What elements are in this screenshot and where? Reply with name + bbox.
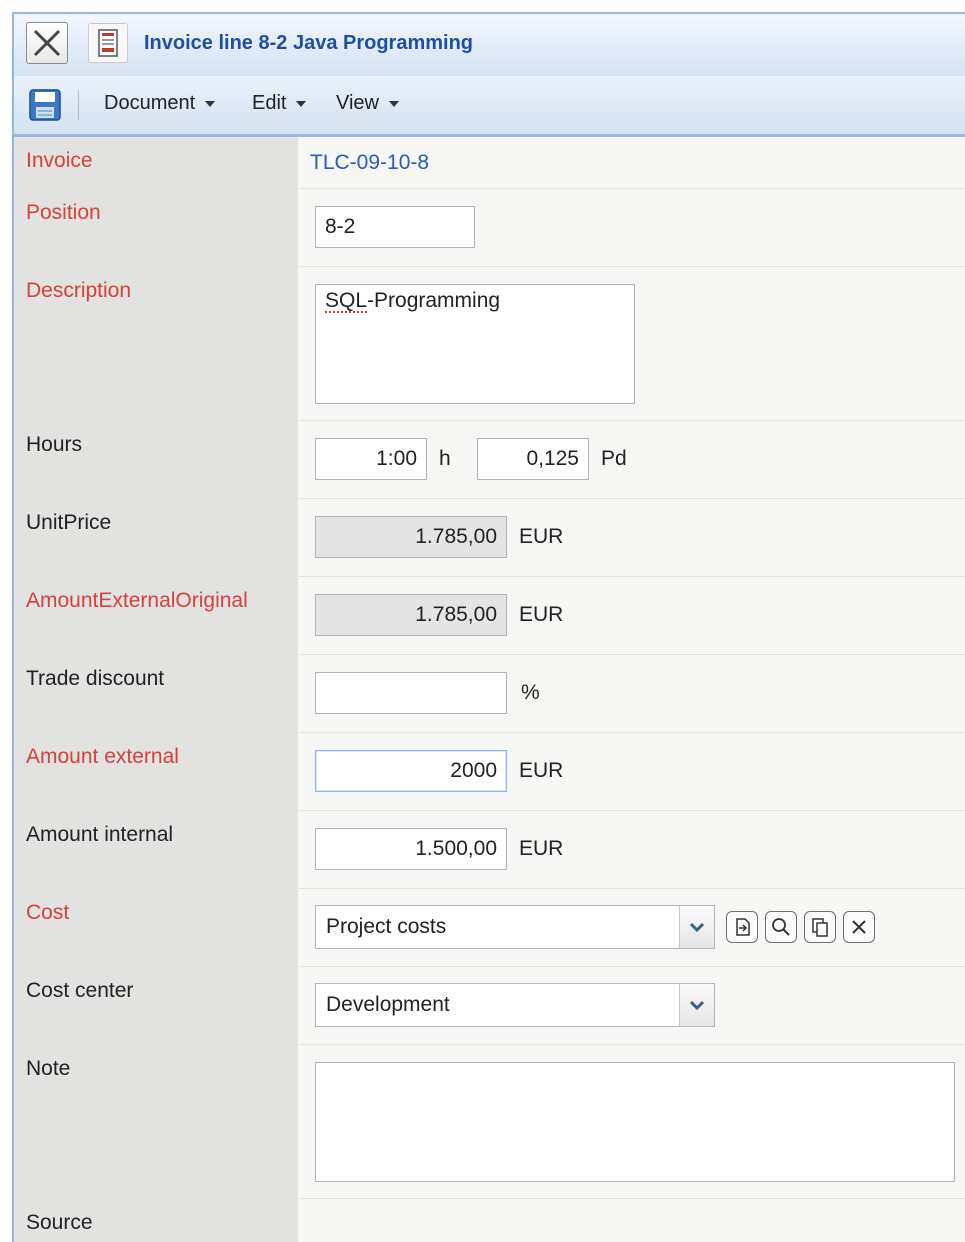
cost-row: Cost Project costs	[14, 889, 965, 967]
hours-unit: h	[439, 447, 451, 470]
copy-icon	[812, 918, 828, 937]
cost-select[interactable]: Project costs	[315, 905, 715, 949]
note-textarea[interactable]	[315, 1062, 955, 1182]
chevron-down-icon	[689, 922, 705, 933]
trade-discount-unit: %	[521, 681, 540, 704]
cost-label: Cost	[26, 901, 70, 924]
person-days-unit: Pd	[601, 447, 627, 470]
amount-external-original-row: AmountExternalOriginal 1.785,00 EUR	[14, 577, 965, 655]
invoice-line-form: Invoice TLC-09-10-8 Position 8-2 Descrip…	[14, 137, 965, 1242]
hours-row: Hours 1:00 h 0,125 Pd	[14, 421, 965, 499]
person-days-input[interactable]: 0,125	[477, 438, 589, 480]
dropdown-button[interactable]	[679, 906, 714, 948]
source-label: Source	[26, 1211, 93, 1234]
source-row: Source	[14, 1199, 965, 1242]
open-record-icon	[736, 918, 750, 936]
amount-external-input[interactable]: 2000	[315, 750, 507, 792]
amount-external-original-field: 1.785,00	[315, 594, 507, 636]
edit-menu[interactable]: Edit	[252, 92, 307, 115]
document-menu-label: Document	[104, 92, 196, 114]
description-text: -Programming	[367, 289, 501, 312]
view-menu-label: View	[336, 92, 379, 114]
cost-select-value: Project costs	[326, 915, 447, 938]
close-x-icon	[33, 29, 61, 57]
trade-discount-label: Trade discount	[26, 667, 165, 690]
position-row: Position 8-2	[14, 189, 965, 267]
amount-external-currency: EUR	[519, 759, 564, 782]
invoice-label: Invoice	[26, 149, 93, 172]
amount-internal-row: Amount internal 1.500,00 EUR	[14, 811, 965, 889]
search-button[interactable]	[765, 911, 797, 943]
amount-internal-label: Amount internal	[26, 823, 174, 846]
invoice-row: Invoice TLC-09-10-8	[14, 137, 965, 189]
position-input[interactable]: 8-2	[315, 206, 475, 248]
amount-external-row: Amount external 2000 EUR	[14, 733, 965, 811]
description-label: Description	[26, 279, 132, 302]
open-record-button[interactable]	[726, 911, 758, 943]
trade-discount-input[interactable]	[315, 672, 507, 714]
dropdown-button[interactable]	[679, 984, 714, 1026]
amount-internal-input[interactable]: 1.500,00	[315, 828, 507, 870]
caret-down-icon	[205, 100, 216, 107]
title-bar: Invoice line 8-2 Java Programming	[14, 14, 965, 77]
spellcheck-word: SQL	[325, 289, 368, 312]
cost-center-label: Cost center	[26, 979, 134, 1002]
toolbar: Document Edit View	[14, 76, 965, 137]
invoice-link[interactable]: TLC-09-10-8	[310, 151, 429, 175]
copy-button[interactable]	[804, 911, 836, 943]
unit-price-field: 1.785,00	[315, 516, 507, 558]
document-icon	[98, 29, 118, 57]
clear-button[interactable]	[843, 911, 875, 943]
amount-external-original-currency: EUR	[519, 603, 564, 626]
amount-external-original-label: AmountExternalOriginal	[26, 589, 248, 612]
window-title: Invoice line 8-2 Java Programming	[144, 32, 474, 54]
clear-icon	[852, 920, 866, 934]
cost-center-row: Cost center Development	[14, 967, 965, 1045]
description-row: Description SQL-Programming	[14, 267, 965, 421]
caret-down-icon	[389, 100, 399, 107]
amount-internal-currency: EUR	[519, 837, 564, 860]
note-row: Note	[14, 1045, 965, 1199]
close-button[interactable]	[26, 22, 68, 64]
document-type-button[interactable]	[88, 23, 128, 63]
amount-external-label: Amount external	[26, 745, 179, 768]
hours-input[interactable]: 1:00	[315, 438, 427, 480]
toolbar-separator	[78, 90, 79, 120]
floppy-disk-icon[interactable]	[28, 88, 62, 122]
dialog-window: Invoice line 8-2 Java Programming Docume…	[12, 12, 965, 1242]
caret-down-icon	[296, 100, 307, 107]
trade-discount-row: Trade discount %	[14, 655, 965, 733]
cost-center-select[interactable]: Development	[315, 983, 715, 1027]
search-icon	[772, 918, 790, 936]
unit-price-currency: EUR	[519, 525, 564, 548]
edit-menu-label: Edit	[252, 92, 287, 114]
view-menu[interactable]: View	[336, 92, 399, 115]
document-menu[interactable]: Document	[104, 92, 216, 115]
unit-price-row: UnitPrice 1.785,00 EUR	[14, 499, 965, 577]
note-label: Note	[26, 1057, 71, 1080]
chevron-down-icon	[689, 1000, 705, 1011]
position-label: Position	[26, 201, 101, 224]
description-textarea[interactable]: SQL-Programming	[315, 284, 635, 404]
unit-price-label: UnitPrice	[26, 511, 112, 534]
hours-label: Hours	[26, 433, 83, 456]
cost-center-select-value: Development	[326, 993, 450, 1016]
